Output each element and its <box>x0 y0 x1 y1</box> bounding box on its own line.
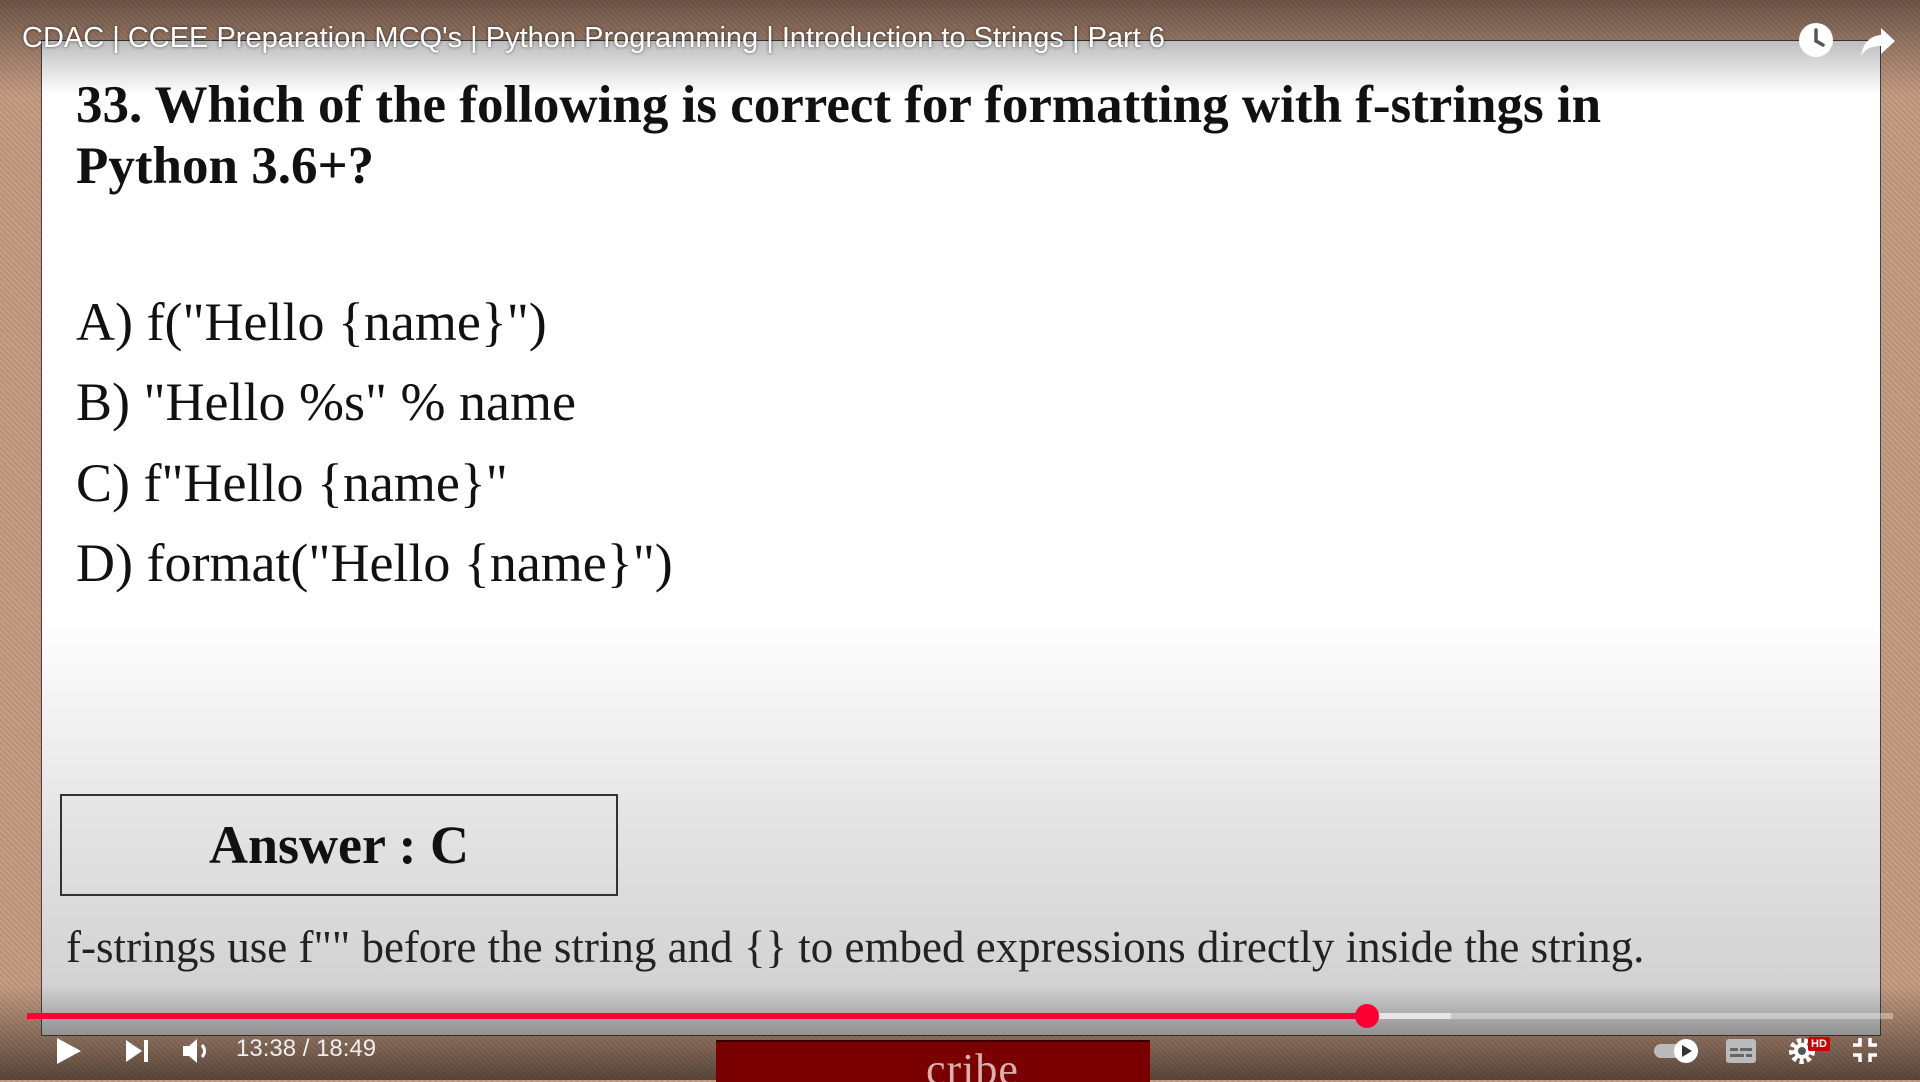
video-title[interactable]: CDAC | CCEE Preparation MCQ's | Python P… <box>22 22 1165 55</box>
option-a: A) f("Hello {name}") <box>76 292 547 352</box>
subscribe-banner[interactable]: cribe <box>716 1040 1150 1082</box>
option-d: D) format("Hello {name}") <box>76 533 673 593</box>
play-icon[interactable] <box>52 1035 84 1072</box>
answer-box: Answer : C <box>60 794 618 896</box>
hd-badge: HD <box>1808 1037 1830 1051</box>
option-c: C) f"Hello {name}" <box>76 453 508 513</box>
progress-played <box>27 1013 1367 1019</box>
autoplay-toggle-icon[interactable] <box>1652 1037 1702 1070</box>
share-arrow-icon[interactable] <box>1858 20 1898 65</box>
progress-bar[interactable] <box>27 1013 1893 1019</box>
subscribe-banner-text: cribe <box>926 1045 1019 1082</box>
time-display: 13:38 / 18:49 <box>236 1035 377 1062</box>
progress-scrubber-handle[interactable] <box>1354 1004 1379 1028</box>
volume-icon[interactable] <box>180 1036 214 1071</box>
explanation-text: f-strings use f"" before the string and … <box>66 922 1645 972</box>
captions-icon[interactable] <box>1725 1038 1757 1069</box>
next-icon[interactable] <box>122 1035 154 1072</box>
video-frame-slide: 33. Which of the following is correct fo… <box>41 40 1881 1036</box>
clock-icon[interactable] <box>1796 20 1836 65</box>
answer-text: Answer : C <box>209 815 469 875</box>
option-b: B) "Hello %s" % name <box>76 372 576 432</box>
exit-fullscreen-icon[interactable] <box>1850 1035 1880 1070</box>
